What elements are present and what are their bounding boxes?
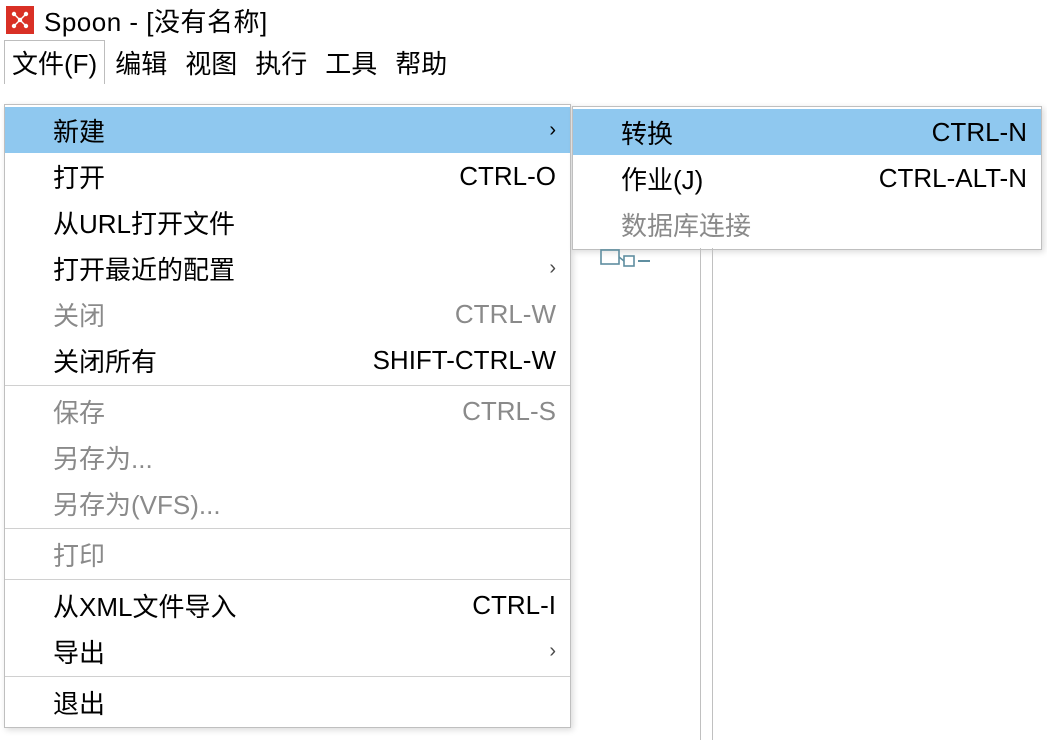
menu-item-open[interactable]: 打开 CTRL-O — [5, 153, 570, 199]
chevron-right-icon: › — [538, 257, 556, 280]
menu-view[interactable]: 视图 — [177, 40, 245, 85]
panel-divider — [700, 248, 701, 740]
menu-separator — [5, 579, 570, 580]
menu-item-label: 保存 — [53, 393, 446, 430]
menu-item-label: 打印 — [53, 536, 556, 573]
menu-item-accelerator: SHIFT-CTRL-W — [373, 345, 556, 376]
menu-item-close-all[interactable]: 关闭所有 SHIFT-CTRL-W — [5, 337, 570, 383]
menu-item-close: 关闭 CTRL-W — [5, 291, 570, 337]
submenu-item-db-connection: 数据库连接 — [573, 201, 1041, 247]
menu-item-label: 退出 — [53, 684, 556, 721]
menu-tools[interactable]: 工具 — [317, 40, 385, 85]
menu-item-open-recent[interactable]: 打开最近的配置 › — [5, 245, 570, 291]
menu-item-new[interactable]: 新建 › — [5, 107, 570, 153]
menu-help[interactable]: 帮助 — [387, 40, 455, 85]
menu-file[interactable]: 文件(F) — [4, 40, 105, 84]
menu-item-save: 保存 CTRL-S — [5, 388, 570, 434]
submenu-item-transformation[interactable]: 转换 CTRL-N — [573, 109, 1041, 155]
menu-item-exit[interactable]: 退出 — [5, 679, 570, 725]
menu-item-accelerator: CTRL-W — [455, 299, 556, 330]
menu-item-accelerator: CTRL-O — [459, 161, 556, 192]
menu-item-accelerator: CTRL-N — [932, 117, 1027, 148]
menu-item-label: 转换 — [621, 114, 916, 151]
submenu-item-job[interactable]: 作业(J) CTRL-ALT-N — [573, 155, 1041, 201]
menu-item-label: 作业(J) — [621, 160, 863, 197]
menu-item-label: 从XML文件导入 — [53, 587, 456, 624]
app-icon — [6, 6, 34, 34]
file-menu-dropdown: 新建 › 打开 CTRL-O 从URL打开文件 打开最近的配置 › 关闭 CTR… — [4, 104, 571, 728]
menu-item-label: 数据库连接 — [621, 206, 1027, 243]
menu-item-label: 另存为... — [53, 439, 556, 476]
menu-item-save-as: 另存为... — [5, 434, 570, 480]
menu-item-save-as-vfs: 另存为(VFS)... — [5, 480, 570, 526]
menu-item-label: 新建 — [53, 112, 538, 149]
menu-item-label: 另存为(VFS)... — [53, 485, 556, 522]
menu-edit[interactable]: 编辑 — [107, 40, 175, 85]
menu-separator — [5, 385, 570, 386]
menu-item-print: 打印 — [5, 531, 570, 577]
chevron-right-icon: › — [538, 119, 556, 142]
menu-item-label: 打开最近的配置 — [53, 250, 538, 287]
toolbar-icon — [600, 248, 656, 278]
menu-separator — [5, 528, 570, 529]
menu-item-accelerator: CTRL-I — [472, 590, 556, 621]
menu-item-label: 关闭所有 — [53, 342, 357, 379]
menu-item-label: 从URL打开文件 — [53, 204, 556, 241]
title-bar: Spoon - [没有名称] — [0, 0, 1047, 40]
menu-item-import-xml[interactable]: 从XML文件导入 CTRL-I — [5, 582, 570, 628]
menu-item-accelerator: CTRL-S — [462, 396, 556, 427]
panel-divider — [712, 248, 713, 740]
menu-item-label: 打开 — [53, 158, 443, 195]
toolbar-fragment — [600, 248, 656, 278]
menu-item-export[interactable]: 导出 › — [5, 628, 570, 674]
menu-item-open-from-url[interactable]: 从URL打开文件 — [5, 199, 570, 245]
menu-bar: 文件(F) 编辑 视图 执行 工具 帮助 — [0, 40, 1047, 84]
menu-item-accelerator: CTRL-ALT-N — [879, 163, 1027, 194]
menu-item-label: 关闭 — [53, 296, 439, 333]
new-submenu: 转换 CTRL-N 作业(J) CTRL-ALT-N 数据库连接 — [572, 106, 1042, 250]
menu-item-label: 导出 — [53, 633, 538, 670]
chevron-right-icon: › — [538, 640, 556, 663]
menu-run[interactable]: 执行 — [247, 40, 315, 85]
window-title: Spoon - [没有名称] — [44, 2, 268, 39]
menu-separator — [5, 676, 570, 677]
